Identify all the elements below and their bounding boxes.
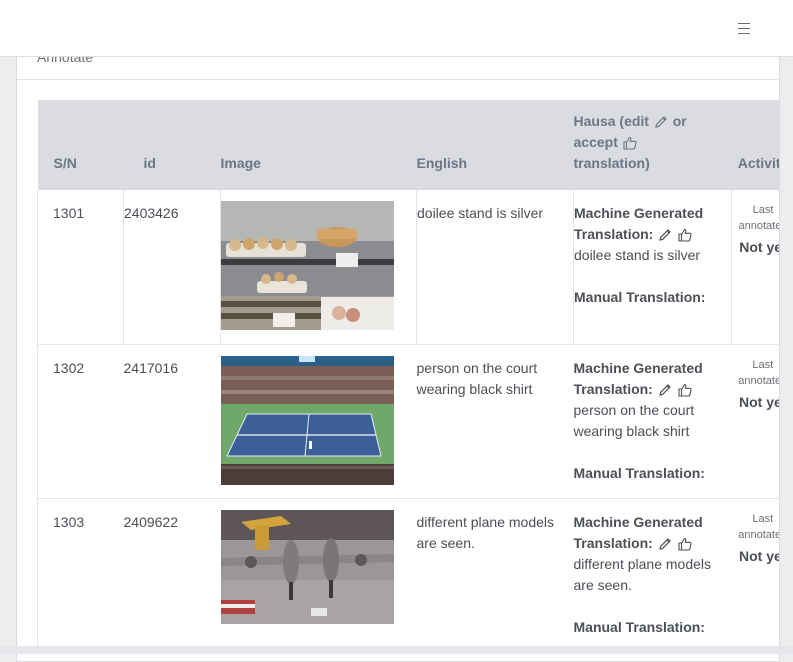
hamburger-menu-icon[interactable] [735,19,753,37]
cell-hausa: Machine Generated Translation: person on… [573,344,732,499]
cell-english: different plane models are seen. [416,498,574,653]
header-activity: Activity [731,100,779,190]
header-hausa: Hausa (edit or accept translation) [573,100,732,190]
accept-thumbs-up-icon[interactable] [677,536,693,552]
table-row: 1302 2417016 person on the court wearing… [37,344,779,499]
header-hausa-line1: Hausa (edit [573,113,649,129]
accept-thumbs-up-icon[interactable] [677,227,693,243]
last-annotated-label: Last annotated [738,204,779,232]
last-annotated-label: Last annotated [738,358,779,387]
bakery-display-photo [221,201,394,330]
table-row: 1303 2409622 different plane models are … [37,498,779,653]
cell-id: 2417016 [123,344,221,499]
cell-image [220,190,417,345]
not-yet-status: Not yet [739,547,779,564]
annotation-table-wrapper: S/N id Image English Hausa (edit or acce… [37,100,779,653]
cell-english: doilee stand is silver [416,190,574,345]
annotate-card: Annotate S/N id Image English Hausa (edi… [16,40,780,662]
cell-sn: 1302 [37,344,124,499]
machine-translation-text: person on the court wearing black shirt [573,401,695,439]
header-image: Image [220,100,417,190]
cell-image [220,344,417,499]
cell-activity: Last annotated Not yet [731,498,779,653]
last-annotated-label: Last annotated [738,512,779,541]
cell-id: 2403426 [123,190,221,345]
edit-pencil-icon[interactable] [657,536,673,552]
cell-english: person on the court wearing black shirt [416,344,574,499]
header-english: English [416,100,574,190]
accept-thumbs-up-icon[interactable] [677,382,693,398]
manual-translation-label: Manual Translation: [573,618,705,635]
tennis-court-photo [220,355,394,485]
not-yet-status: Not yet [739,239,779,255]
pencil-icon [653,114,669,130]
cell-hausa: Machine Generated Translation: different… [573,498,732,653]
edit-pencil-icon[interactable] [657,382,673,398]
cell-sn: 1301 [37,190,124,345]
edit-pencil-icon[interactable] [657,227,673,243]
machine-generated-label: Machine Generated Translation: [574,512,732,554]
cell-sn: 1303 [37,498,124,653]
cell-image [220,498,417,653]
airplane-hangar-photo [220,509,394,639]
not-yet-status: Not yet [739,393,779,410]
cell-hausa: Machine Generated Translation: doilee st… [573,190,732,345]
cell-activity: Last annotated Not yet [731,344,779,499]
header-sn: S/N [37,100,124,190]
table-header-row: S/N id Image English Hausa (edit or acce… [37,100,779,190]
annotation-table: S/N id Image English Hausa (edit or acce… [37,100,779,653]
table-row: 1301 2403426 doilee stand is silver Mach… [37,190,779,345]
cell-activity: Last annotated Not yet [731,190,779,345]
machine-generated-label: Machine Generated Translation: [574,358,732,400]
header-hausa-line3: translation) [573,155,650,171]
machine-translation-text: different plane models are seen. [573,555,712,593]
header-hausa-accept: accept [573,134,618,150]
thumbs-up-icon [622,135,638,151]
machine-translation-text: doilee stand is silver [574,247,701,263]
manual-translation-label: Manual Translation: [573,464,705,481]
manual-translation-label: Manual Translation: [574,289,706,305]
machine-generated-label: Machine Generated Translation: [574,203,731,245]
header-hausa-or: or [672,113,687,129]
header-id: id [123,100,221,190]
top-navbar [0,0,793,57]
cell-id: 2409622 [123,498,221,653]
page-bottom-edge [0,646,793,654]
